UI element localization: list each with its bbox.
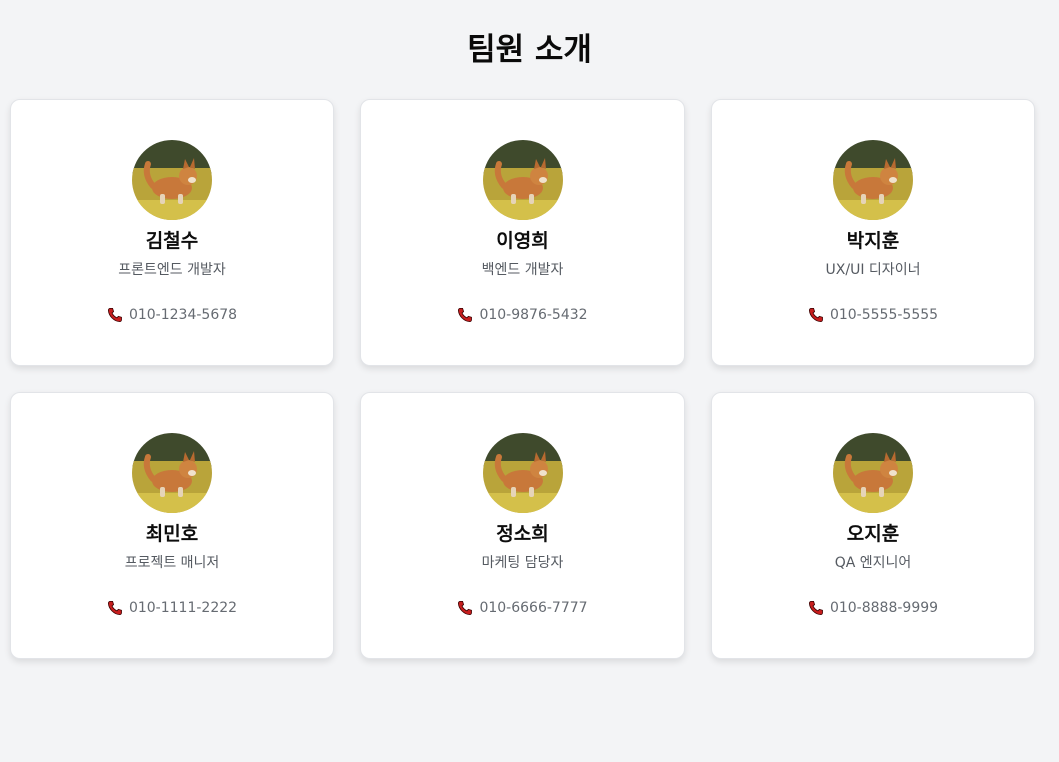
- member-name: 이영희: [496, 230, 549, 252]
- page-title: 팀원 소개: [467, 32, 592, 68]
- member-name: 오지훈: [846, 523, 900, 545]
- member-card: 오지훈 QA 엔지니어 010-8888-9999: [711, 392, 1035, 659]
- member-card: 김철수 프론트엔드 개발자 010-1234-5678: [10, 99, 334, 366]
- member-role: UX/UI 디자이너: [825, 262, 921, 278]
- phone-number: 010-6666-7777: [479, 600, 588, 616]
- phone-icon: [107, 600, 123, 616]
- member-phone: 010-1111-2222: [107, 599, 237, 617]
- team-member-grid: 김철수 프론트엔드 개발자 010-1234-5678 이영희 백엔드 개발자 …: [10, 99, 1035, 659]
- phone-number: 010-9876-5432: [479, 307, 588, 323]
- member-card: 정소희 마케팅 담당자 010-6666-7777: [360, 392, 685, 659]
- member-role: QA 엔지니어: [834, 555, 912, 571]
- member-phone: 010-9876-5432: [457, 306, 588, 324]
- phone-icon: [107, 307, 123, 323]
- phone-icon: [808, 600, 824, 616]
- member-card: 이영희 백엔드 개발자 010-9876-5432: [360, 99, 685, 366]
- phone-number: 010-5555-5555: [829, 307, 939, 323]
- phone-number: 010-1111-2222: [128, 600, 238, 616]
- avatar: [132, 433, 212, 513]
- member-name: 최민호: [145, 523, 199, 545]
- avatar: [132, 140, 212, 220]
- member-card: 최민호 프로젝트 매니저 010-1111-2222: [10, 392, 334, 659]
- phone-icon: [457, 307, 473, 323]
- member-name: 김철수: [145, 230, 199, 252]
- phone-icon: [457, 600, 473, 616]
- member-phone: 010-1234-5678: [107, 306, 237, 324]
- member-phone: 010-5555-5555: [808, 306, 938, 324]
- phone-number: 010-1234-5678: [128, 307, 238, 323]
- member-name: 박지훈: [846, 230, 900, 252]
- avatar: [833, 433, 913, 513]
- avatar: [833, 140, 913, 220]
- member-phone: 010-8888-9999: [808, 599, 938, 617]
- avatar: [482, 140, 563, 220]
- member-phone: 010-6666-7777: [457, 599, 588, 617]
- member-role: 프로젝트 매니저: [124, 555, 220, 571]
- member-card: 박지훈 UX/UI 디자이너 010-5555-5555: [711, 99, 1035, 366]
- member-name: 정소희: [496, 523, 549, 545]
- avatar: [482, 433, 563, 513]
- member-role: 프론트엔드 개발자: [118, 262, 226, 278]
- phone-number: 010-8888-9999: [829, 600, 939, 616]
- member-role: 마케팅 담당자: [481, 555, 564, 571]
- phone-icon: [808, 307, 824, 323]
- member-role: 백엔드 개발자: [481, 262, 564, 278]
